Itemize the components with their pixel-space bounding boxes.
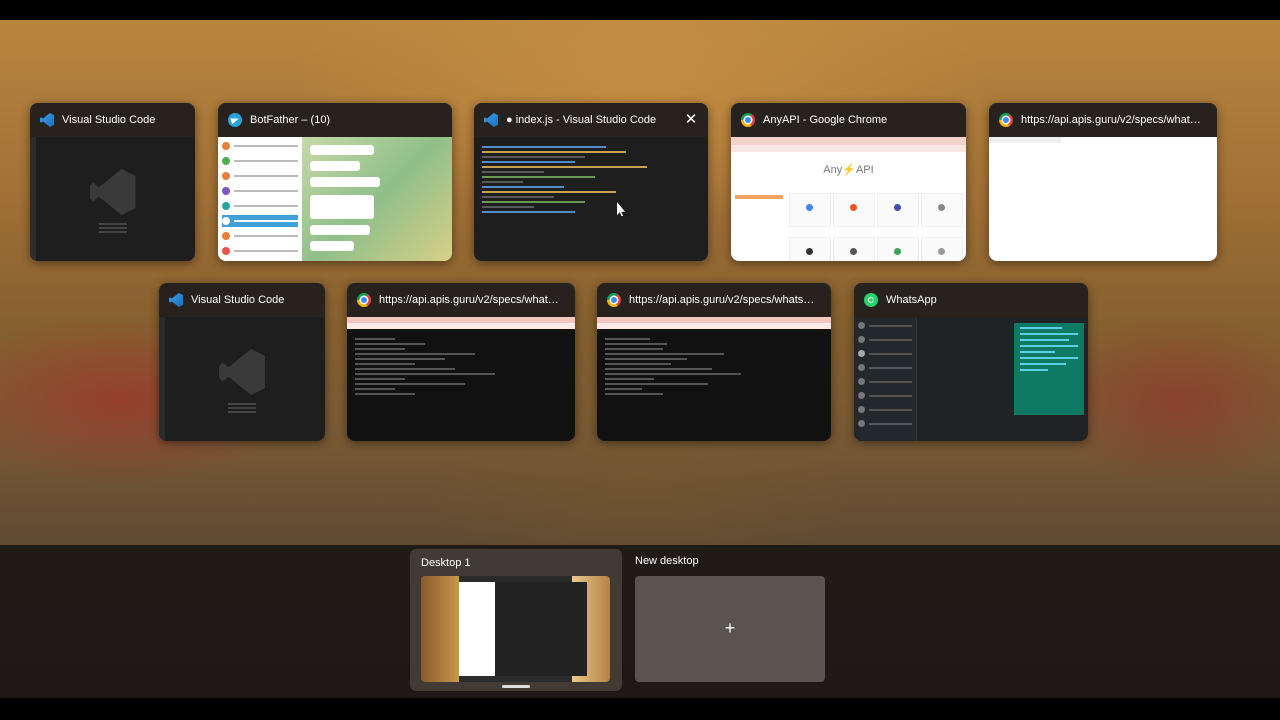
window-title-bar: Visual Studio Code <box>30 103 195 137</box>
new-desktop-button[interactable]: + <box>635 576 825 682</box>
window-preview: Any⚡API <box>731 137 966 261</box>
window-thumbnail-apis-guru-2[interactable]: https://api.apis.guru/v2/specs/whatsa... <box>347 283 575 441</box>
plus-icon: + <box>724 618 736 638</box>
window-thumbnail-whatsapp[interactable]: WhatsApp <box>854 283 1088 441</box>
window-title-bar: https://api.apis.guru/v2/specs/whatsa... <box>989 103 1217 137</box>
window-preview <box>347 317 575 441</box>
window-title: https://api.apis.guru/v2/specs/whatsa... <box>1021 114 1211 126</box>
window-title-bar: https://api.apis.guru/v2/specs/whatsa... <box>347 283 575 317</box>
window-thumbnail-apis-guru-3[interactable]: https://api.apis.guru/v2/specs/whatsap..… <box>597 283 831 441</box>
window-preview <box>159 317 325 441</box>
chrome-icon <box>741 113 755 127</box>
window-thumbnail-vscode-2[interactable]: Visual Studio Code <box>159 283 325 441</box>
window-title: https://api.apis.guru/v2/specs/whatsa... <box>379 294 569 306</box>
active-desktop-indicator <box>502 685 530 688</box>
new-desktop-label: New desktop <box>635 555 699 567</box>
vscode-watermark-icon <box>89 169 136 215</box>
window-thumbnail-anyapi[interactable]: AnyAPI - Google Chrome Any⚡API <box>731 103 966 261</box>
vscode-icon <box>484 113 498 127</box>
close-window-button[interactable]: ✕ <box>682 111 700 129</box>
vscode-icon <box>40 113 54 127</box>
window-title-bar: WhatsApp <box>854 283 1088 317</box>
vscode-icon <box>169 293 183 307</box>
window-preview <box>474 137 708 261</box>
desktop-1-preview[interactable] <box>421 576 610 682</box>
whatsapp-icon <box>864 293 878 307</box>
chrome-icon <box>357 293 371 307</box>
window-preview <box>854 317 1088 441</box>
anyapi-logo: Any⚡API <box>823 164 874 176</box>
window-title-bar: Visual Studio Code <box>159 283 325 317</box>
chrome-icon <box>999 113 1013 127</box>
window-preview <box>989 137 1217 261</box>
window-title-bar: AnyAPI - Google Chrome <box>731 103 966 137</box>
window-thumbnail-botfather[interactable]: BotFather – (10) <box>218 103 452 261</box>
window-title: WhatsApp <box>886 294 937 306</box>
vscode-watermark-icon <box>219 349 265 395</box>
window-title-bar: BotFather – (10) <box>218 103 452 137</box>
window-preview <box>597 317 831 441</box>
chrome-icon <box>607 293 621 307</box>
window-preview <box>218 137 452 261</box>
telegram-icon <box>228 113 242 127</box>
window-thumbnail-apis-guru-1[interactable]: https://api.apis.guru/v2/specs/whatsa... <box>989 103 1217 261</box>
window-title: AnyAPI - Google Chrome <box>763 114 888 126</box>
bottom-black-bar <box>0 698 1280 720</box>
window-title: Visual Studio Code <box>191 294 285 306</box>
window-title: https://api.apis.guru/v2/specs/whatsap..… <box>629 294 825 306</box>
window-title: BotFather – (10) <box>250 114 331 126</box>
window-title-bar: ● index.js - Visual Studio Code <box>474 103 708 137</box>
window-thumbnail-index-js[interactable]: ● index.js - Visual Studio Code ✕ <box>474 103 708 261</box>
desktop-1-label: Desktop 1 <box>421 557 471 569</box>
window-thumbnail-vscode-1[interactable]: Visual Studio Code <box>30 103 195 261</box>
window-preview <box>30 137 195 261</box>
window-title-bar: https://api.apis.guru/v2/specs/whatsap..… <box>597 283 831 317</box>
window-title: Visual Studio Code <box>62 114 156 126</box>
window-title: ● index.js - Visual Studio Code <box>506 114 657 126</box>
